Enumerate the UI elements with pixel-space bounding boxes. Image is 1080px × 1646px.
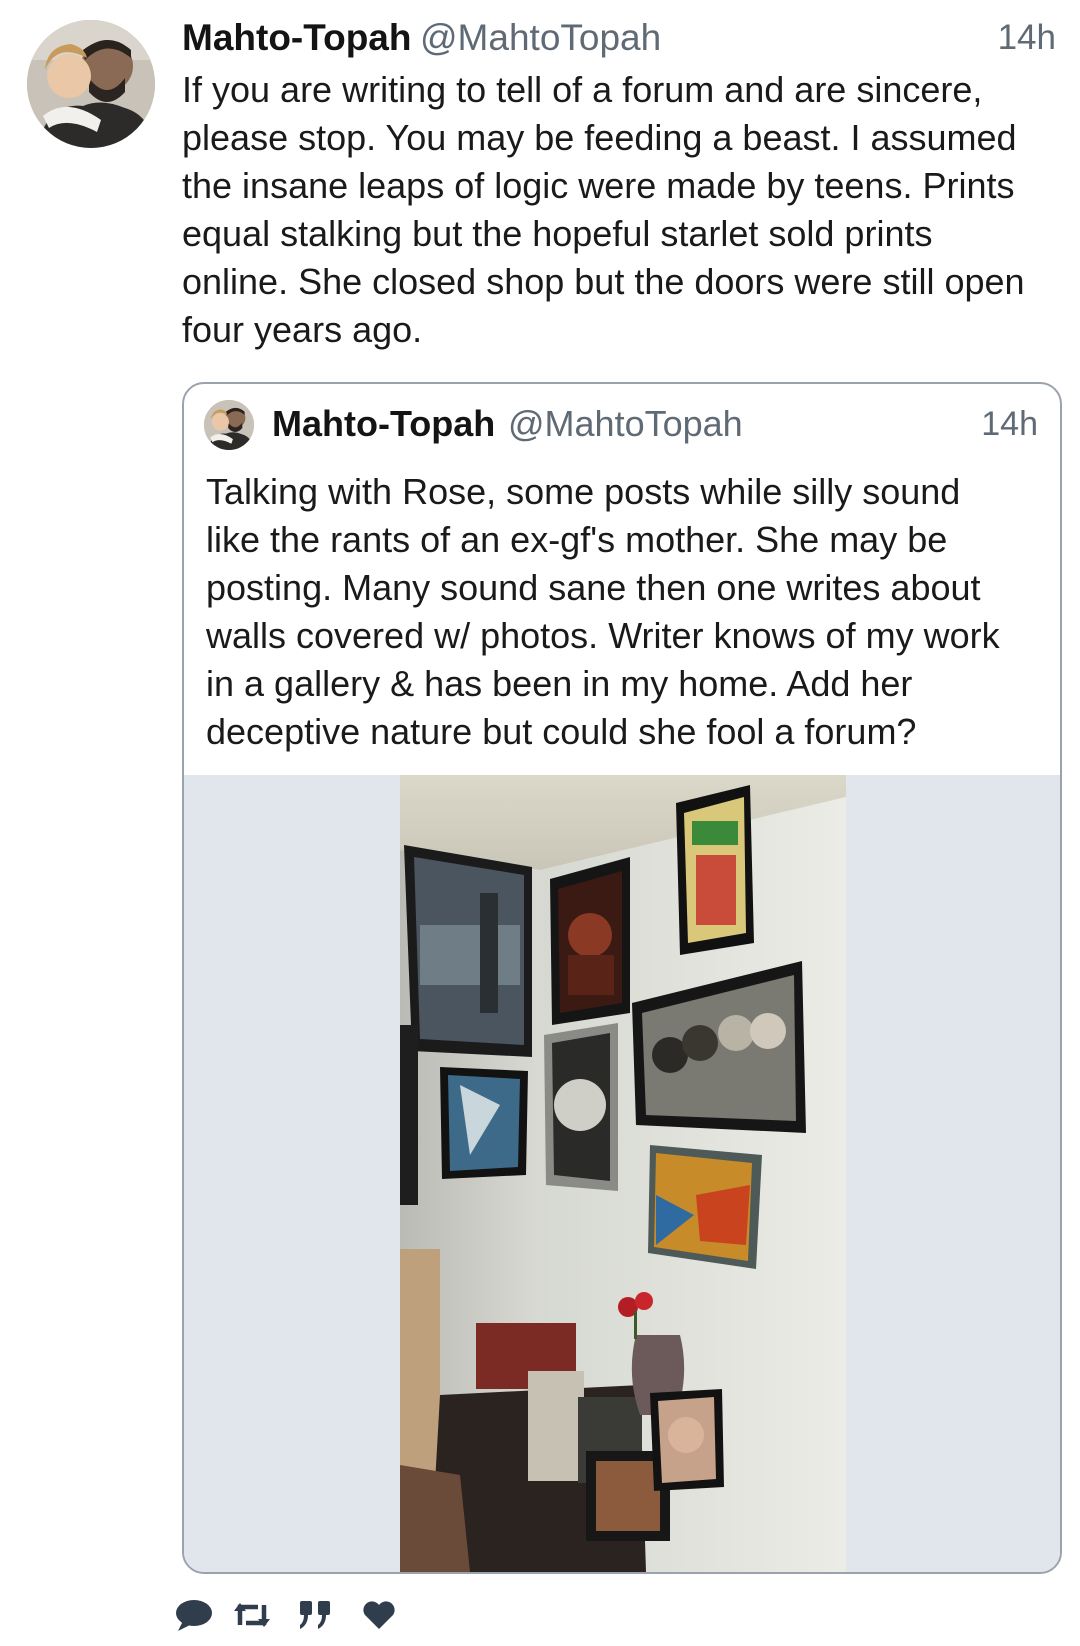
quote-button[interactable] [294, 1595, 338, 1635]
wall-photo-image[interactable] [400, 775, 846, 1572]
tweet-text-line: If you are writing to tell of a forum an… [182, 69, 983, 110]
tweet-text-line: four years ago. [182, 309, 423, 350]
quoted-text-line: in a gallery & has been in my home. Add … [206, 663, 913, 704]
quoted-text-line: Talking with Rose, some posts while sill… [206, 471, 961, 512]
quoted-author-handle: @MahtoTopah [508, 403, 743, 444]
quoted-text-line: like the rants of an ex-gf's mother. She… [206, 519, 948, 560]
quoted-author-name: Mahto-Topah [272, 403, 496, 444]
quoted-author-avatar [204, 400, 254, 450]
author-avatar[interactable] [27, 20, 155, 148]
quote-icon [300, 1601, 330, 1629]
tweet-text-line: equal stalking but the hopeful starlet s… [182, 213, 933, 254]
retweet-icon [234, 1603, 270, 1627]
quoted-tweet-body: Talking with Rose, some posts while sill… [206, 468, 1046, 756]
author-name[interactable]: Mahto-Topah [182, 14, 411, 62]
tweet-header: Mahto-Topah @MahtoTopah 14h [182, 14, 1056, 62]
quoted-avatar-photo [204, 400, 254, 450]
like-button[interactable] [357, 1595, 401, 1635]
retweet-button[interactable] [230, 1595, 274, 1635]
tweet-text-line: the insane leaps of logic were made by t… [182, 165, 1015, 206]
quoted-timestamp: 14h [981, 405, 1038, 443]
quoted-media[interactable] [184, 775, 1060, 1572]
avatar-photo [27, 20, 155, 148]
reply-icon [176, 1600, 212, 1631]
reply-button[interactable] [172, 1595, 216, 1635]
tweet-text-line: online. She closed shop but the doors we… [182, 261, 1025, 302]
tweet-text-line: please stop. You may be feeding a beast.… [182, 117, 1017, 158]
author-handle[interactable]: @MahtoTopah [420, 14, 661, 62]
wall-photo-drawing [400, 775, 846, 1572]
quoted-tweet-card[interactable]: Mahto-Topah @MahtoTopah 14h Talking with… [182, 382, 1062, 1574]
quoted-text-line: deceptive nature but could she fool a fo… [206, 711, 917, 752]
quoted-text-line: posting. Many sound sane then one writes… [206, 567, 981, 608]
tweet-timestamp[interactable]: 14h [998, 14, 1056, 62]
like-icon [363, 1601, 395, 1629]
quoted-text-line: walls covered w/ photos. Writer knows of… [206, 615, 1000, 656]
tweet-body: If you are writing to tell of a forum an… [182, 66, 1062, 354]
